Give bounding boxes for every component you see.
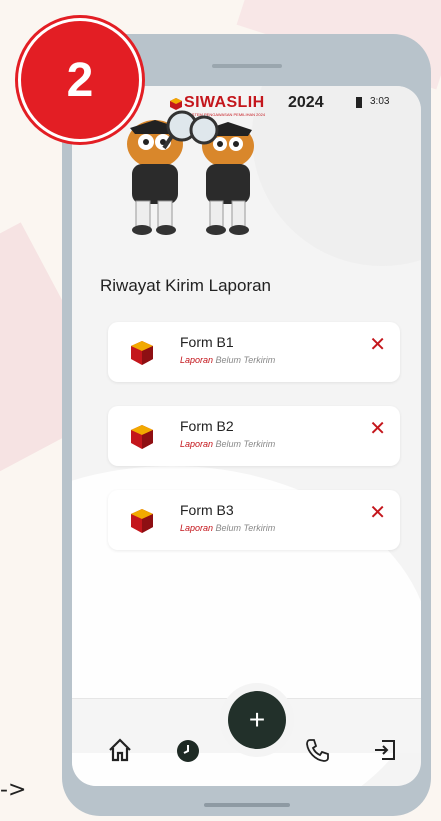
report-card[interactable]: Form B2 Laporan Belum Terkirim ✕ [108, 406, 400, 466]
home-icon[interactable] [107, 737, 133, 763]
add-report-button[interactable]: + [228, 691, 286, 749]
phone-icon[interactable] [304, 737, 330, 763]
report-name: Form B2 [180, 418, 234, 434]
page-title: Riwayat Kirim Laporan [100, 276, 272, 295]
status-word: Terkirim [243, 523, 276, 533]
report-name: Form B1 [180, 334, 234, 350]
status-word: Laporan [180, 439, 214, 449]
phone-speaker [212, 64, 282, 68]
ballot-box-icon [131, 341, 153, 365]
close-icon[interactable]: ✕ [369, 332, 386, 356]
report-name: Form B3 [180, 502, 234, 518]
status-word: Laporan [180, 523, 214, 533]
report-status: Laporan Belum Terkirim [180, 523, 275, 533]
report-card[interactable]: Form B1 Laporan Belum Terkirim ✕ [108, 322, 400, 382]
close-icon[interactable]: ✕ [369, 500, 386, 524]
plus-icon: + [248, 704, 266, 735]
status-word: Belum [213, 439, 244, 449]
report-card[interactable]: Form B3 Laporan Belum Terkirim ✕ [108, 490, 400, 550]
home-indicator [204, 803, 290, 807]
report-status: Laporan Belum Terkirim [180, 439, 275, 449]
status-word: Belum [213, 355, 244, 365]
clock-icon[interactable] [176, 739, 200, 763]
ballot-box-icon [131, 425, 153, 449]
battery-icon [356, 97, 362, 108]
status-word: Laporan [180, 355, 214, 365]
ballot-box-icon [131, 509, 153, 533]
status-word: Terkirim [243, 439, 276, 449]
pointer-arrow: -> [0, 777, 27, 803]
step-number: 2 [66, 53, 94, 107]
status-word: Belum [213, 523, 244, 533]
status-word: Terkirim [243, 355, 276, 365]
status-time: 3:03 [370, 96, 390, 107]
close-icon[interactable]: ✕ [369, 416, 386, 440]
app-year: 2024 [288, 94, 324, 111]
step-badge: 2 [18, 18, 142, 142]
logout-icon[interactable] [372, 737, 398, 763]
report-status: Laporan Belum Terkirim [180, 355, 275, 365]
